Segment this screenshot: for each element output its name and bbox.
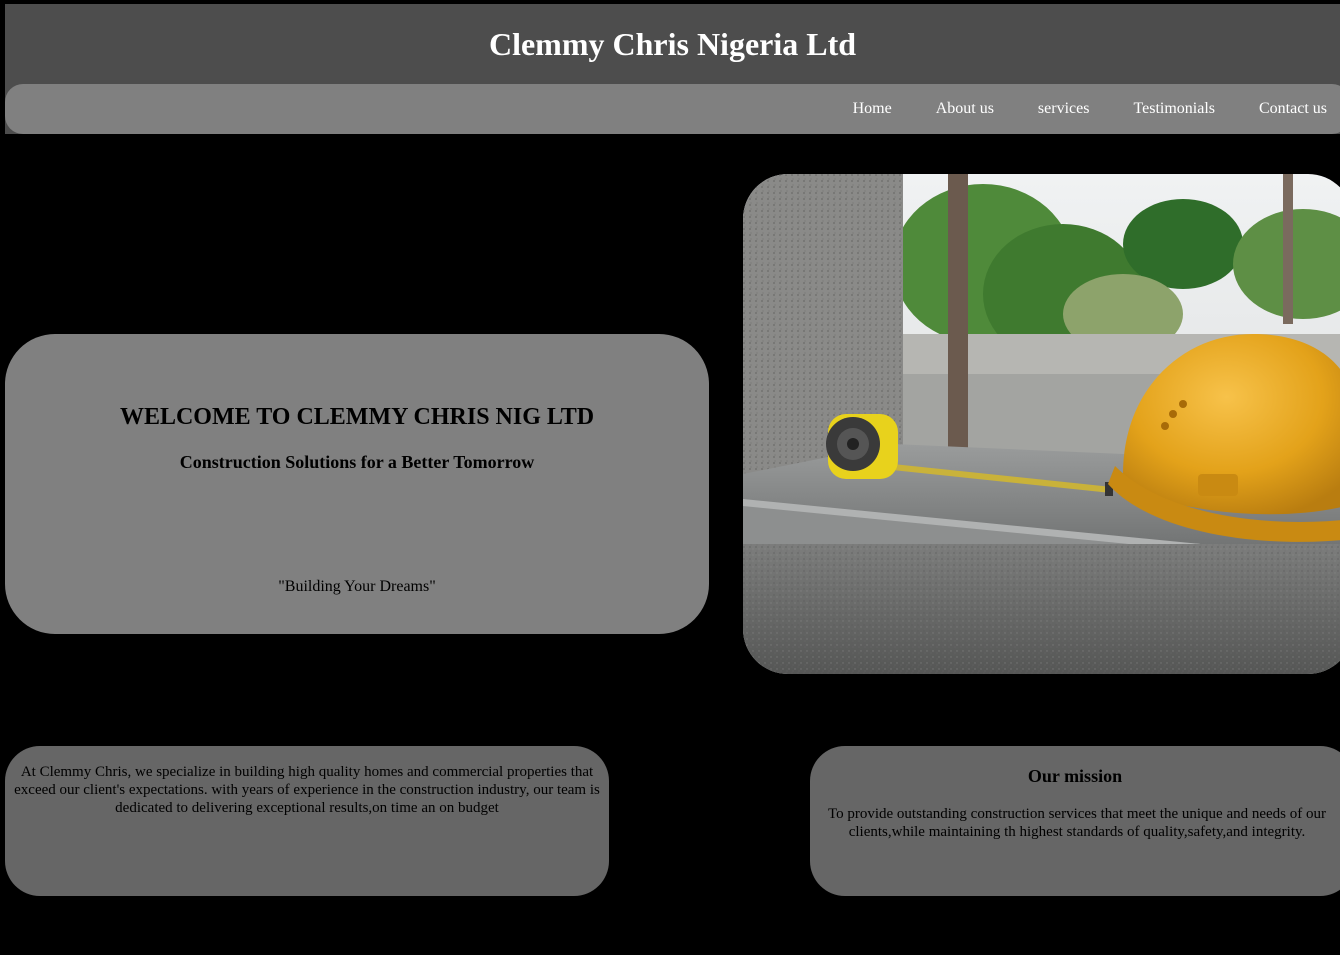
site-title: Clemmy Chris Nigeria Ltd: [488, 26, 857, 62]
construction-helmet-photo-icon: [743, 174, 1340, 674]
nav-link-services[interactable]: services: [1038, 100, 1090, 118]
hero-card: WELCOME TO CLEMMY CHRIS NIG LTD Construc…: [5, 334, 709, 634]
about-card: At Clemmy Chris, we specialize in buildi…: [5, 746, 609, 896]
nav-link-about-us[interactable]: About us: [936, 100, 994, 118]
nav-link-testimonials[interactable]: Testimonials: [1133, 100, 1215, 118]
nav-links: Home About us services Testimonials Cont…: [853, 84, 1327, 134]
nav-link-home[interactable]: Home: [853, 100, 892, 118]
hero-subheading: Construction Solutions for a Better Tomo…: [179, 452, 535, 472]
mission-card: Our mission To provide outstanding const…: [810, 746, 1340, 896]
mission-text: To provide outstanding construction serv…: [828, 806, 1326, 840]
mission-title: Our mission: [1027, 766, 1123, 786]
navbar: Home About us services Testimonials Cont…: [5, 84, 1340, 134]
hero-heading: WELCOME TO CLEMMY CHRIS NIG LTD: [119, 404, 595, 430]
nav-link-contact-us[interactable]: Contact us: [1259, 100, 1327, 118]
hero-tagline: "Building Your Dreams": [278, 578, 436, 595]
about-text: At Clemmy Chris, we specialize in buildi…: [14, 764, 600, 816]
construction-photo: [743, 174, 1340, 674]
